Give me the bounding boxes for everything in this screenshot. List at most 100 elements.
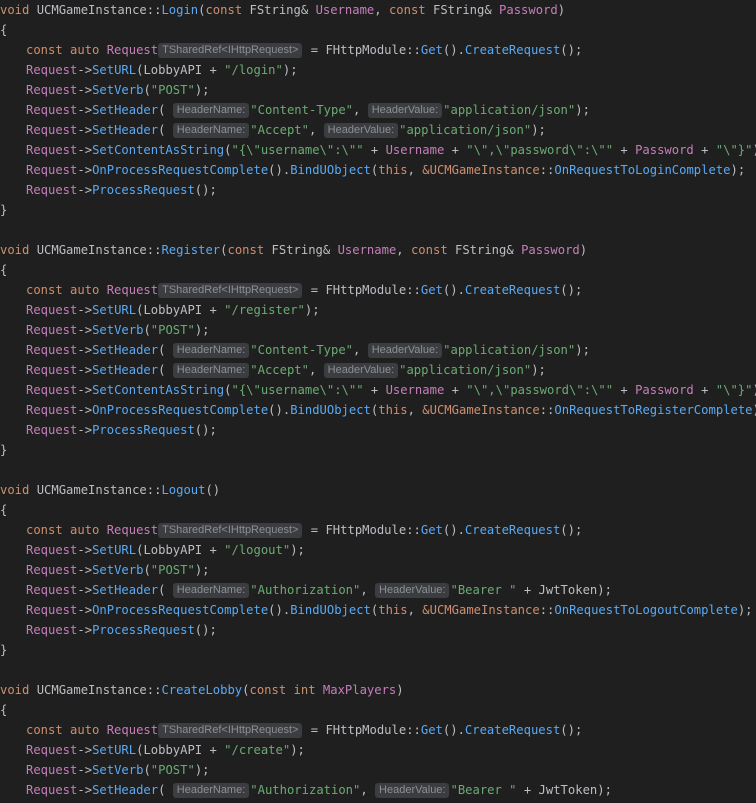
- variable-token: Request: [26, 143, 78, 157]
- string-literal: "Content-Type": [250, 343, 354, 357]
- punctuation-token: );: [282, 63, 298, 77]
- variable-token: Request: [26, 563, 78, 577]
- code-line[interactable]: {: [0, 260, 756, 280]
- code-line[interactable]: Request->SetHeader( HeaderName: "Accept",…: [0, 120, 756, 140]
- code-line[interactable]: Request->SetHeader( HeaderName: "Content-…: [0, 100, 756, 120]
- function-token: CreateRequest: [464, 523, 561, 537]
- function-token: CreateRequest: [464, 723, 561, 737]
- code-line[interactable]: }: [0, 440, 756, 460]
- punctuation-token: ->: [77, 743, 93, 757]
- code-line[interactable]: void UCMGameInstance::Login(const FStrin…: [0, 0, 756, 20]
- punctuation-token: ->: [77, 343, 93, 357]
- string-literal: "/logout": [224, 543, 291, 557]
- variable-token: Username: [337, 243, 397, 257]
- code-line[interactable]: Request->SetContentAsString("{\"username…: [0, 140, 756, 160]
- type-token: FString: [249, 3, 301, 17]
- code-line[interactable]: Request->SetHeader( HeaderName: "Content-…: [0, 340, 756, 360]
- punctuation-token: ,: [407, 403, 423, 417]
- punctuation-token: =: [303, 723, 326, 737]
- punctuation-token: ->: [77, 83, 93, 97]
- inlay-hint: TSharedRef<IHttpRequest>: [158, 43, 303, 58]
- punctuation-token: ->: [77, 603, 93, 617]
- code-line[interactable]: Request->ProcessRequest();: [0, 620, 756, 640]
- punctuation-token: +: [202, 303, 225, 317]
- function-token: SetHeader: [92, 343, 159, 357]
- code-line[interactable]: {: [0, 700, 756, 720]
- code-line[interactable]: void UCMGameInstance::Register(const FSt…: [0, 240, 756, 260]
- punctuation-token: ();: [560, 723, 583, 737]
- code-line[interactable]: Request->SetURL(LobbyAPI + "/login");: [0, 60, 756, 80]
- punctuation-token: &: [322, 243, 338, 257]
- punctuation-token: ,: [407, 603, 423, 617]
- variable-token: Request: [26, 783, 78, 797]
- variable-token: Request: [26, 583, 78, 597]
- type-token: UCMGameInstance: [36, 483, 147, 497]
- function-token: OnRequestToRegisterComplete: [554, 403, 753, 417]
- punctuation-token: }: [0, 443, 8, 457]
- code-line[interactable]: Request->ProcessRequest();: [0, 420, 756, 440]
- code-line[interactable]: Request->SetVerb("POST");: [0, 760, 756, 780]
- variable-token: Request: [106, 723, 159, 737]
- punctuation-token: =: [303, 283, 326, 297]
- function-token: SetHeader: [92, 123, 159, 137]
- inlay-hint: HeaderName:: [172, 783, 250, 798]
- function-token: OnRequestToLoginComplete: [554, 163, 731, 177]
- inlay-hint: HeaderName:: [172, 363, 250, 378]
- code-line[interactable]: }: [0, 200, 756, 220]
- punctuation-token: ,: [353, 343, 368, 357]
- code-line[interactable]: {: [0, 500, 756, 520]
- identifier-token: JwtToken: [538, 583, 598, 597]
- code-line[interactable]: Request->SetVerb("POST");: [0, 320, 756, 340]
- function-token: CreateRequest: [464, 43, 561, 57]
- punctuation-token: (: [158, 583, 173, 597]
- function-token: BindUObject: [290, 403, 371, 417]
- function-token: SetURL: [92, 743, 137, 757]
- code-line[interactable]: Request->OnProcessRequestComplete().Bind…: [0, 600, 756, 620]
- code-line[interactable]: Request->SetHeader( HeaderName: "Authoriz…: [0, 580, 756, 600]
- keyword-token: const auto: [26, 523, 107, 537]
- code-line[interactable]: [0, 220, 756, 240]
- code-line[interactable]: const auto Request TSharedRef<IHttpReques…: [0, 280, 756, 300]
- type-token: FHttpModule: [325, 43, 407, 57]
- code-line[interactable]: Request->SetVerb("POST");: [0, 80, 756, 100]
- code-line[interactable]: }: [0, 640, 756, 660]
- type-token: FHttpModule: [325, 283, 407, 297]
- code-line[interactable]: void UCMGameInstance::CreateLobby(const …: [0, 680, 756, 700]
- function-token: ProcessRequest: [92, 183, 195, 197]
- punctuation-token: ().: [442, 283, 465, 297]
- code-line[interactable]: [0, 660, 756, 680]
- code-line[interactable]: Request->SetURL(LobbyAPI + "/register");: [0, 300, 756, 320]
- code-line[interactable]: const auto Request TSharedRef<IHttpReques…: [0, 520, 756, 540]
- punctuation-token: );: [194, 323, 210, 337]
- code-line[interactable]: const auto Request TSharedRef<IHttpReques…: [0, 720, 756, 740]
- code-line[interactable]: Request->ProcessRequest();: [0, 180, 756, 200]
- code-line[interactable]: Request->SetHeader( HeaderName: "Authoriz…: [0, 780, 756, 800]
- punctuation-token: ();: [194, 183, 217, 197]
- punctuation-token: +: [444, 383, 467, 397]
- variable-token: Request: [26, 323, 78, 337]
- string-literal: "application/json": [443, 343, 576, 357]
- function-token: Get: [420, 723, 443, 737]
- code-line[interactable]: {: [0, 20, 756, 40]
- punctuation-token: (: [158, 363, 173, 377]
- code-line[interactable]: Request->SetContentAsString("{\"username…: [0, 380, 756, 400]
- punctuation-token: (: [143, 323, 151, 337]
- code-line[interactable]: Request->SetVerb("POST");: [0, 560, 756, 580]
- keyword-token: &UCMGameInstance: [422, 403, 540, 417]
- punctuation-token: ,: [360, 783, 376, 797]
- code-line[interactable]: Request->SetHeader( HeaderName: "Accept",…: [0, 360, 756, 380]
- punctuation-token: ->: [77, 583, 93, 597]
- variable-token: Request: [26, 303, 78, 317]
- function-token: Login: [161, 3, 199, 17]
- code-line[interactable]: Request->OnProcessRequestComplete().Bind…: [0, 400, 756, 420]
- code-line[interactable]: Request->SetURL(LobbyAPI + "/create");: [0, 740, 756, 760]
- code-line[interactable]: [0, 460, 756, 480]
- punctuation-token: ();: [194, 623, 217, 637]
- code-line[interactable]: Request->OnProcessRequestComplete().Bind…: [0, 160, 756, 180]
- code-line[interactable]: void UCMGameInstance::Logout(): [0, 480, 756, 500]
- code-line[interactable]: Request->SetURL(LobbyAPI + "/logout");: [0, 540, 756, 560]
- code-line[interactable]: const auto Request TSharedRef<IHttpReques…: [0, 40, 756, 60]
- string-literal: "POST": [150, 83, 195, 97]
- code-editor[interactable]: void UCMGameInstance::Login(const FStrin…: [0, 0, 756, 803]
- keyword-token: int: [293, 683, 323, 697]
